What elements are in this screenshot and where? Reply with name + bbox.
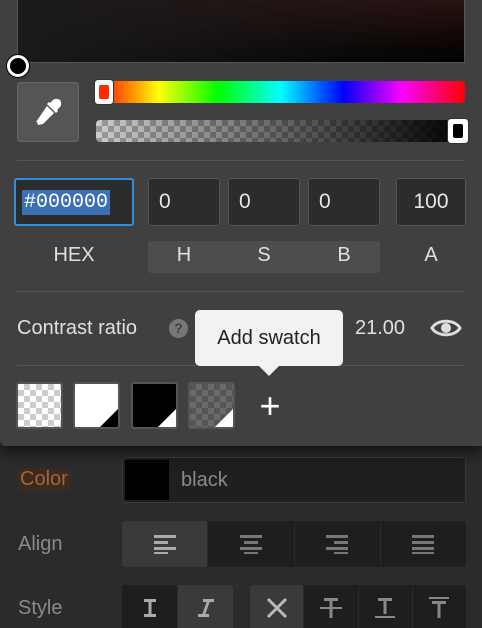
plus-icon: +	[259, 385, 281, 426]
align-segmented-control	[122, 521, 466, 567]
align-center-button[interactable]	[208, 521, 295, 567]
hex-input[interactable]: #000000	[14, 178, 134, 226]
italic-off-button[interactable]	[122, 585, 178, 628]
saturation-brightness-handle[interactable]	[7, 55, 29, 77]
swatch-contrast-corner	[158, 409, 176, 427]
underline-button[interactable]	[359, 585, 413, 628]
strikethrough-button[interactable]	[304, 585, 359, 628]
italic-on-button[interactable]	[178, 585, 233, 628]
brightness-input-value: 0	[319, 190, 331, 213]
decoration-none-button[interactable]	[250, 585, 305, 628]
font-style-segmented-control	[122, 585, 233, 628]
swatch-white[interactable]	[73, 382, 120, 429]
hue-input[interactable]: 0	[148, 178, 220, 226]
eyedropper-icon	[36, 98, 62, 125]
contrast-ratio-value: 21.00	[355, 317, 406, 339]
saturation-input-value: 0	[239, 190, 251, 213]
italic-off-icon	[143, 599, 156, 617]
add-swatch-button[interactable]: +	[250, 384, 290, 428]
swatch-contrast-corner	[215, 409, 233, 427]
s-label: S	[257, 244, 271, 266]
color-value: black	[181, 469, 228, 491]
color-field[interactable]: black	[122, 457, 466, 503]
overline-button[interactable]	[413, 585, 466, 628]
divider	[17, 291, 465, 292]
alpha-input-value: 100	[413, 190, 449, 213]
align-left-button[interactable]	[122, 521, 209, 567]
color-row-label: Color	[18, 468, 70, 491]
align-right-icon	[326, 535, 349, 554]
swatch-black[interactable]	[131, 382, 178, 429]
alpha-slider[interactable]	[96, 120, 465, 142]
align-row-label: Align	[18, 533, 63, 555]
help-icon[interactable]: ?	[169, 319, 188, 338]
swatch-contrast-corner	[100, 409, 118, 427]
b-label: B	[337, 244, 351, 266]
overline-icon	[429, 597, 450, 618]
hue-slider-handle[interactable]	[94, 79, 114, 105]
align-justify-icon	[412, 535, 435, 554]
text-decoration-segmented-control	[250, 585, 466, 628]
align-justify-button[interactable]	[381, 521, 466, 567]
hue-slider[interactable]	[96, 81, 465, 103]
alpha-slider-handle[interactable]	[447, 118, 469, 144]
swatch-transparent-grey[interactable]	[188, 382, 235, 429]
alpha-input[interactable]: 100	[396, 178, 466, 226]
underline-icon	[375, 598, 396, 618]
hex-mode-label[interactable]: HEX	[14, 244, 134, 267]
align-right-button[interactable]	[295, 521, 381, 567]
close-icon	[266, 597, 287, 619]
add-swatch-tooltip: Add swatch	[195, 310, 343, 376]
contrast-ratio-label: Contrast ratio	[17, 317, 138, 339]
hex-input-value: #000000	[22, 189, 111, 215]
saturation-input[interactable]: 0	[228, 178, 300, 226]
saturation-brightness-area[interactable]	[17, 0, 465, 63]
align-center-icon	[239, 535, 262, 554]
swatch-transparent[interactable]	[16, 382, 63, 429]
eye-icon[interactable]	[430, 315, 462, 346]
divider	[17, 160, 465, 161]
hue-input-value: 0	[159, 190, 171, 213]
style-row-label: Style	[18, 597, 63, 619]
color-chip[interactable]	[125, 460, 169, 500]
eyedropper-button[interactable]	[17, 82, 79, 142]
color-picker-popover: #000000 0 0 0 100 HEX H S B A Contrast r…	[0, 0, 482, 446]
strikethrough-icon	[319, 598, 342, 618]
brightness-input[interactable]: 0	[308, 178, 380, 226]
align-left-icon	[153, 535, 176, 554]
a-label: A	[424, 244, 438, 266]
tooltip-text: Add swatch	[217, 326, 321, 349]
h-label: H	[176, 244, 192, 266]
italic-icon	[197, 599, 214, 617]
